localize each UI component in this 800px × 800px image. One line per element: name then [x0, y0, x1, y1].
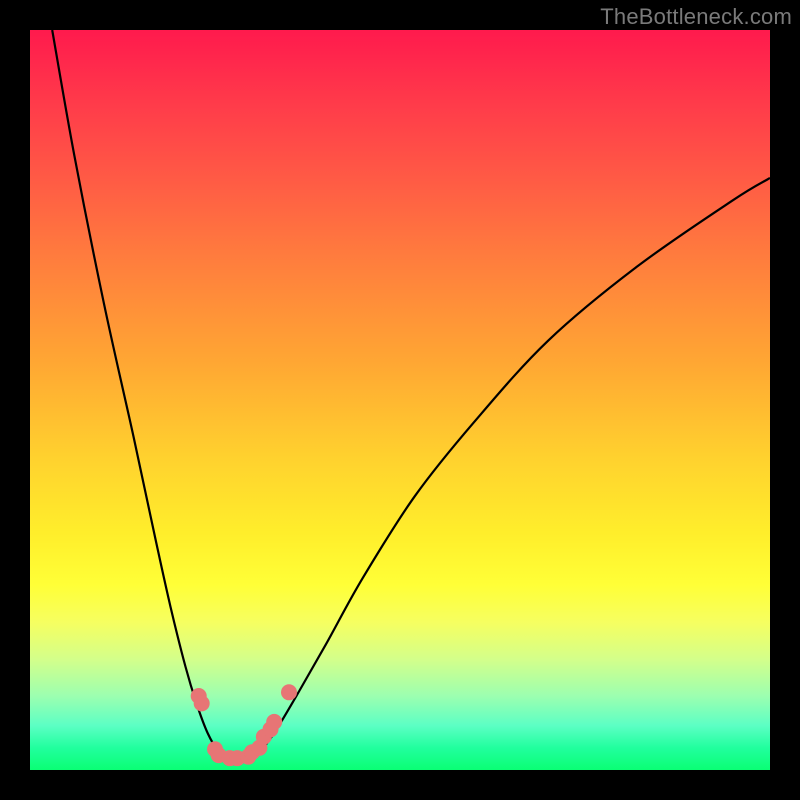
data-point	[266, 714, 282, 730]
data-points	[191, 684, 297, 766]
bottleneck-curve	[52, 30, 770, 760]
data-point	[281, 684, 297, 700]
data-point	[194, 695, 210, 711]
bottleneck-chart	[30, 30, 770, 770]
watermark-text: TheBottleneck.com	[600, 4, 792, 30]
